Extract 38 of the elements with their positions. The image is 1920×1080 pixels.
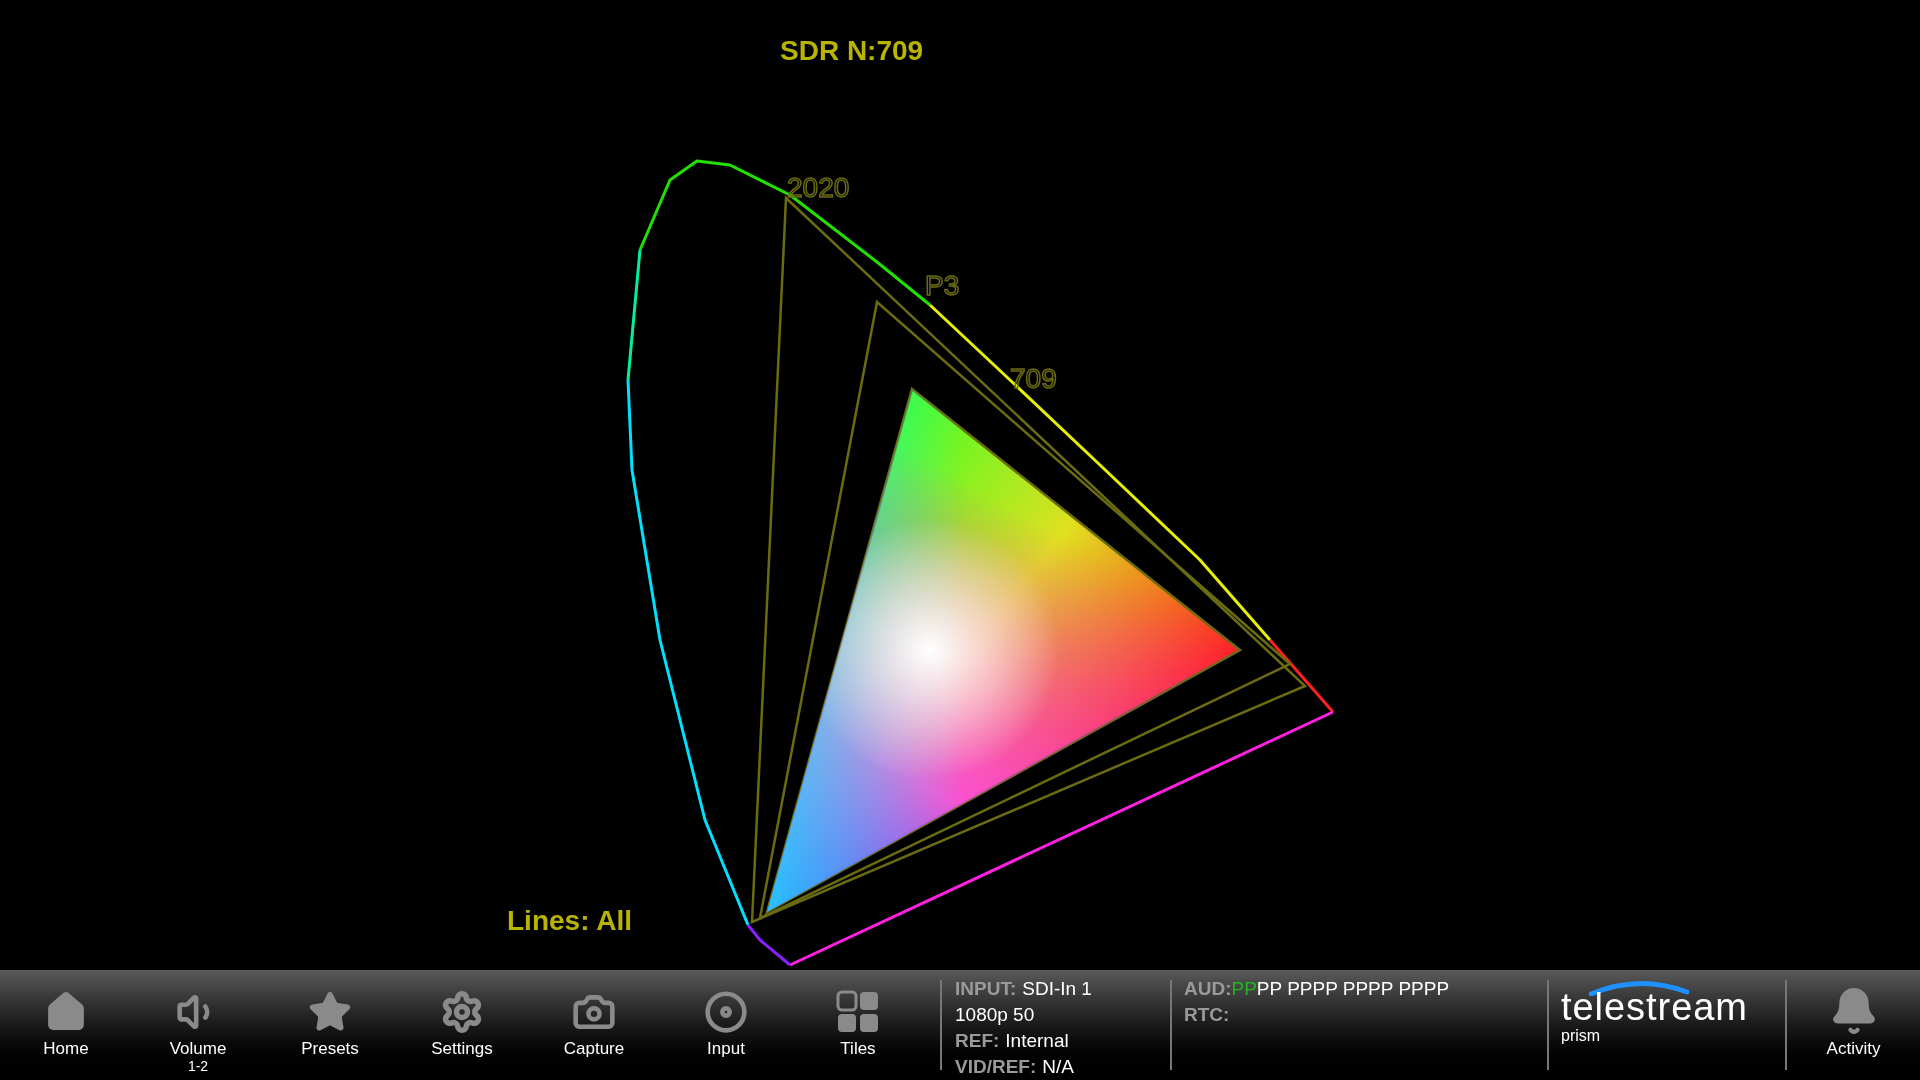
status-label: AUD:: [1184, 977, 1232, 1001]
activity-label: Activity: [1826, 1038, 1881, 1060]
audio-channel-status: PP: [1231, 977, 1257, 1001]
scope-mode-title: SDR N:709: [780, 35, 924, 66]
audio-channel-status: PP PPPP PPPP PPPP: [1256, 977, 1450, 1001]
gamut-label: 2020: [787, 172, 850, 203]
status-label: VID/REF:: [955, 1055, 1037, 1079]
toolbar-label: Settings: [431, 1038, 493, 1060]
toolbar-button[interactable]: Presets: [264, 970, 396, 1080]
gamut-label: P3: [925, 270, 960, 301]
status-value: N/A: [1042, 1055, 1074, 1079]
toolbar-button[interactable]: Volume 1-2: [132, 970, 264, 1080]
tiles-icon: [836, 990, 880, 1034]
toolbar-label: Presets: [301, 1038, 359, 1060]
logo-wordmark: telestream: [1561, 990, 1749, 1024]
toolbar-label: Home: [43, 1038, 89, 1060]
status-value: SDI-In 1: [1022, 977, 1092, 1001]
gamut-label: 709: [1010, 363, 1057, 394]
toolbar-button[interactable]: Capture: [528, 970, 660, 1080]
toolbar-sublabel: 1-2: [187, 1059, 209, 1074]
status-value: 1080p 50: [955, 1003, 1035, 1027]
logo-product: prism: [1561, 1026, 1602, 1046]
toolbar-label: Capture: [563, 1038, 625, 1060]
settings-icon: [440, 990, 484, 1034]
activity-button[interactable]: Activity: [1787, 970, 1920, 1080]
toolbar-label: Tiles: [840, 1038, 876, 1060]
status-value: Internal: [1005, 1029, 1069, 1053]
status-label: RTC:: [1184, 1003, 1230, 1027]
disc-icon: [704, 990, 748, 1034]
toolbar-label: Input: [707, 1038, 745, 1060]
status-label: INPUT:: [955, 977, 1017, 1001]
status-label: REF:: [955, 1029, 1000, 1053]
lines-setting: Lines: All: [507, 905, 632, 936]
toolbar-label: Volume: [169, 1038, 227, 1060]
toolbar-button[interactable]: Settings: [396, 970, 528, 1080]
toolbar-button[interactable]: Home: [0, 970, 132, 1080]
toolbar-button[interactable]: Tiles: [792, 970, 924, 1080]
toolbar-button[interactable]: Input: [660, 970, 792, 1080]
